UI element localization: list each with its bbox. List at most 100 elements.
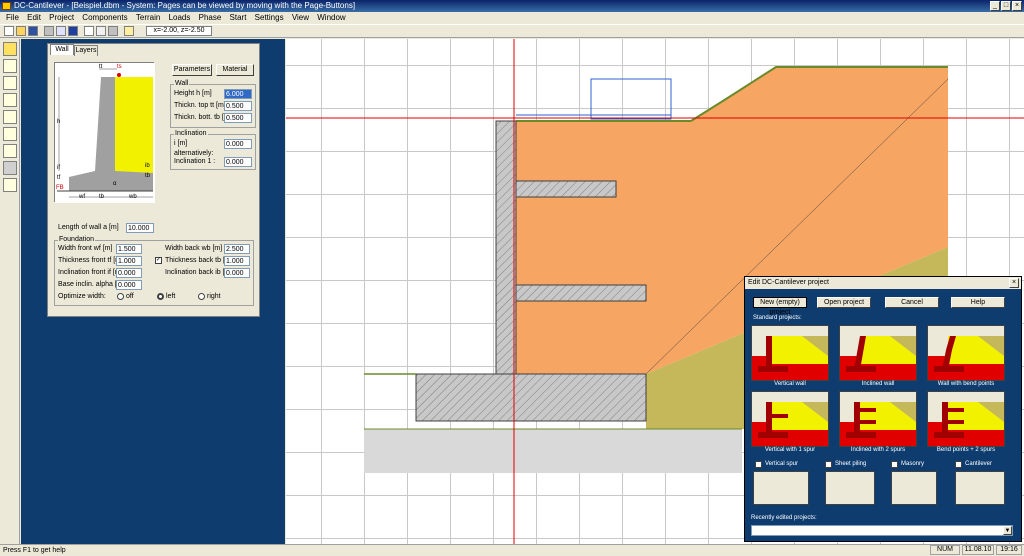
material-button[interactable]: Material: [216, 64, 254, 76]
thickness-back-label: Thickness back tb [m]: [165, 257, 233, 264]
label-ts: ts: [117, 64, 122, 70]
menu-bar: File Edit Project Components Terrain Loa…: [0, 12, 1024, 24]
menu-settings[interactable]: Settings: [255, 13, 284, 22]
alternatively-label: alternatively:: [174, 150, 214, 157]
project-vertical-wall[interactable]: [751, 325, 829, 381]
thickness-top-input[interactable]: 0.500: [224, 101, 252, 111]
close-button[interactable]: ×: [1012, 1, 1022, 11]
menu-file[interactable]: File: [6, 13, 19, 22]
chevron-down-icon[interactable]: ▼: [1003, 526, 1012, 535]
surcharge-load: [516, 78, 672, 120]
title-bar: DC-Cantilever - [Beispiel.dbm - System: …: [0, 0, 1024, 12]
optimize-off-label: off: [126, 293, 134, 300]
project-inclined-wall[interactable]: [839, 325, 917, 381]
cut-icon[interactable]: [84, 26, 94, 36]
tab-layers[interactable]: Layers: [74, 45, 98, 56]
label-wf: wf: [79, 194, 85, 200]
terrain-tool-icon[interactable]: [3, 161, 17, 175]
new-file-icon[interactable]: [4, 26, 14, 36]
width-back-input[interactable]: 2.500: [224, 244, 250, 254]
dialog-title-bar: Edit DC-Cantilever project: [745, 277, 1021, 289]
menu-phase[interactable]: Phase: [199, 13, 222, 22]
label-h: h: [57, 119, 61, 125]
menu-start[interactable]: Start: [230, 13, 247, 22]
project-wall-bend-points[interactable]: [927, 325, 1005, 381]
minimize-button[interactable]: _: [990, 1, 1000, 11]
coordinate-display: x=-2.00, z=-2.50: [146, 26, 212, 36]
menu-view[interactable]: View: [292, 13, 309, 22]
inclination-front-input[interactable]: 0.000: [116, 268, 142, 278]
help-icon[interactable]: [124, 26, 134, 36]
inclination-i-label: i [m]: [174, 140, 188, 147]
pile-tool-icon[interactable]: [3, 110, 17, 124]
load-tool-icon[interactable]: [3, 127, 17, 141]
print-preview-icon[interactable]: [56, 26, 66, 36]
status-date: 11.08.10: [962, 545, 994, 555]
help-button[interactable]: Help: [951, 297, 1005, 308]
inclination-back-input[interactable]: 0.000: [224, 268, 250, 278]
vertical-spur-checkbox[interactable]: [755, 461, 762, 468]
anchor-tool-icon[interactable]: [3, 93, 17, 107]
width-front-input[interactable]: 1.500: [116, 244, 142, 254]
status-bar: Press F1 to get help: [0, 544, 1024, 556]
export-icon[interactable]: [68, 26, 78, 36]
project-inclined-2-spurs[interactable]: [839, 391, 917, 447]
paste-icon[interactable]: [108, 26, 118, 36]
optimize-right-label: right: [207, 293, 221, 300]
dialog-close-button[interactable]: ×: [1009, 278, 1019, 288]
project-bend-2-spurs[interactable]: [927, 391, 1005, 447]
project-inclined-2-spurs-label: Inclined with 2 spurs: [850, 447, 906, 453]
optimize-width-label: Optimize width:: [58, 293, 106, 300]
menu-project[interactable]: Project: [49, 13, 74, 22]
menu-components[interactable]: Components: [82, 13, 127, 22]
optimize-left-label: left: [166, 293, 176, 300]
thickness-back-input[interactable]: 1.000: [224, 256, 250, 266]
tab-wall[interactable]: Wall: [50, 44, 74, 55]
optimize-right-radio[interactable]: [198, 293, 205, 300]
maximize-button[interactable]: □: [1001, 1, 1011, 11]
menu-terrain[interactable]: Terrain: [136, 13, 160, 22]
result-tool-icon[interactable]: [3, 178, 17, 192]
print-icon[interactable]: [44, 26, 54, 36]
height-input[interactable]: 6.000: [224, 89, 252, 99]
spur-upper: [515, 180, 617, 198]
sheet-piling-label: Sheet piling: [835, 461, 867, 467]
menu-loads[interactable]: Loads: [169, 13, 191, 22]
menu-edit[interactable]: Edit: [27, 13, 41, 22]
optimize-off-radio[interactable]: [117, 293, 124, 300]
parameters-button[interactable]: Parameters: [172, 64, 212, 76]
phase-tool-icon[interactable]: [3, 144, 17, 158]
base-inclination-input[interactable]: 0.000: [116, 280, 142, 290]
inclination-group-title: Inclination: [174, 130, 208, 138]
masonry-preview: [891, 471, 937, 505]
label-tb: tb: [99, 194, 105, 200]
inclination-i-input[interactable]: 0.000: [224, 139, 252, 149]
spur-tool-icon[interactable]: [3, 59, 17, 73]
masonry-checkbox[interactable]: [891, 461, 898, 468]
wall-tool-icon[interactable]: [3, 42, 17, 56]
open-folder-icon[interactable]: [16, 26, 26, 36]
cancel-button[interactable]: Cancel: [885, 297, 939, 308]
label-wb: wb: [129, 194, 137, 200]
inclination-front-label: Inclination front if [m]: [58, 269, 123, 276]
edit-project-dialog: Edit DC-Cantilever project × New (empty)…: [744, 276, 1022, 542]
inclination-ratio-input[interactable]: 0.000: [224, 157, 252, 167]
soil-tool-icon[interactable]: [3, 76, 17, 90]
open-project-button[interactable]: Open project: [817, 297, 871, 308]
status-time: 19:16: [996, 545, 1022, 555]
masonry-label: Masonry: [901, 461, 925, 467]
project-vertical-1-spur[interactable]: [751, 391, 829, 447]
cantilever-checkbox[interactable]: [955, 461, 962, 468]
thickness-front-input[interactable]: 1.000: [116, 256, 142, 266]
recent-projects-dropdown[interactable]: [751, 525, 1013, 536]
thickness-back-checkbox[interactable]: ✓: [155, 257, 162, 264]
sheet-piling-checkbox[interactable]: [825, 461, 832, 468]
new-project-button[interactable]: New (empty) project: [753, 297, 807, 316]
optimize-left-radio[interactable]: [157, 293, 164, 300]
label-alpha: α: [113, 181, 117, 187]
length-input[interactable]: 10.000: [126, 223, 154, 233]
menu-window[interactable]: Window: [317, 13, 345, 22]
save-icon[interactable]: [28, 26, 38, 36]
copy-icon[interactable]: [96, 26, 106, 36]
thickness-bottom-input[interactable]: 0.500: [224, 113, 252, 123]
